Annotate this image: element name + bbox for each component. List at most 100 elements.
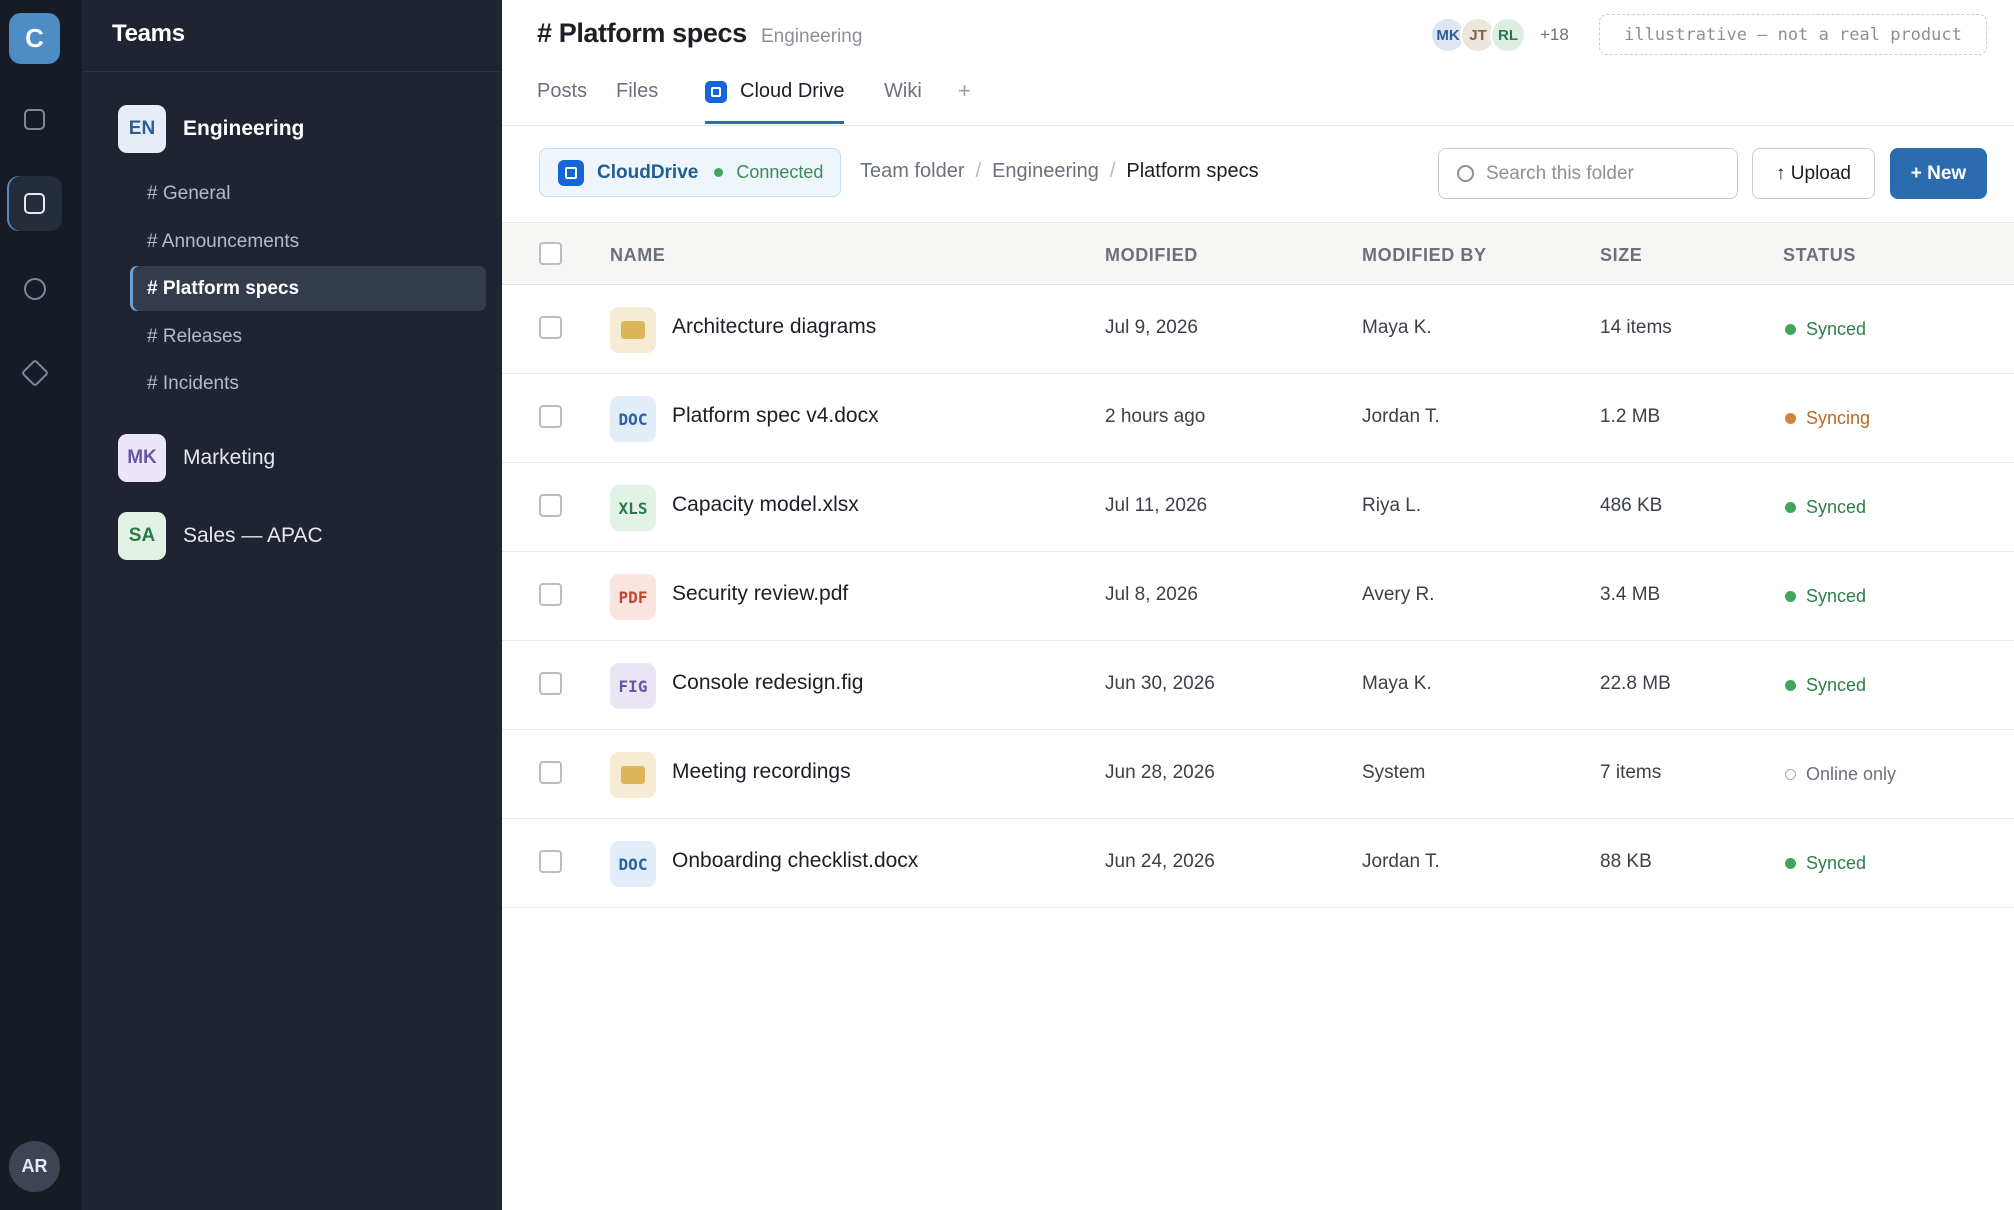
file-size: 14 items <box>1600 317 1672 338</box>
status-badge: Synced <box>1785 497 1866 518</box>
team-badge: SA <box>118 512 166 560</box>
row-checkbox[interactable] <box>539 672 562 695</box>
rail-item-1[interactable] <box>7 92 62 147</box>
status-dot-icon <box>1785 591 1796 602</box>
tab-posts[interactable]: Posts <box>537 80 587 124</box>
tab-cloud-drive[interactable]: Cloud Drive <box>705 80 845 124</box>
breadcrumb-engineering[interactable]: Engineering <box>992 160 1099 183</box>
file-name[interactable]: Capacity model.xlsx <box>672 493 859 517</box>
tab-label: Cloud Drive <box>740 80 845 102</box>
channel-releases[interactable]: # Releases <box>130 314 486 359</box>
status-text: Synced <box>1806 319 1867 339</box>
app-rail: C AR <box>0 0 82 1210</box>
tab-files[interactable]: Files <box>616 80 658 124</box>
table-row[interactable]: DOC Onboarding checklist.docx Jun 24, 2026… <box>502 819 2014 908</box>
modified-date: 2 hours ago <box>1105 406 1206 427</box>
folder-icon <box>610 752 656 798</box>
teams-sidebar: Teams EN Engineering # General # Announc… <box>82 0 502 1210</box>
main-panel: # Platform specs Engineering MK JT RL +1… <box>502 0 2014 1210</box>
doc-file-icon: DOC <box>610 841 656 887</box>
modified-date: Jul 11, 2026 <box>1105 495 1208 516</box>
status-dot-icon <box>1785 324 1796 335</box>
search-icon <box>1457 165 1474 182</box>
connection-badge[interactable]: CloudDrive Connected <box>539 148 841 197</box>
status-text: Online only <box>1806 764 1897 784</box>
app-logo[interactable]: C <box>9 13 60 64</box>
team-name: Engineering <box>183 117 305 140</box>
row-checkbox[interactable] <box>539 850 562 873</box>
table-row[interactable]: FIG Console redesign.fig Jun 30, 2026 Maya … <box>502 641 2014 730</box>
table-row[interactable]: DOC Platform spec v4.docx 2 hours ago Jorda… <box>502 374 2014 463</box>
upload-button[interactable]: ↑ Upload <box>1752 148 1875 199</box>
status-dot-icon <box>1785 858 1796 869</box>
file-name[interactable]: Console redesign.fig <box>672 671 863 695</box>
file-name[interactable]: Platform spec v4.docx <box>672 404 879 428</box>
breadcrumb-team-folder[interactable]: Team folder <box>860 160 965 183</box>
square-icon <box>24 109 45 130</box>
modified-date: Jun 30, 2026 <box>1105 673 1215 694</box>
file-name[interactable]: Onboarding checklist.docx <box>672 849 918 873</box>
table-row[interactable]: Architecture diagrams Jul 9, 2026 Maya K. 1… <box>502 285 2014 374</box>
avatar: RL <box>1490 17 1526 53</box>
file-size: 88 KB <box>1600 851 1652 872</box>
team-badge: EN <box>118 105 166 153</box>
modified-by: Jordan T. <box>1362 406 1440 427</box>
channel-announcements[interactable]: # Announcements <box>130 219 486 264</box>
tab-label: Posts <box>537 80 588 102</box>
rail-item-4[interactable] <box>7 345 62 400</box>
rail-item-3[interactable] <box>7 261 62 316</box>
row-checkbox[interactable] <box>539 761 562 784</box>
table-row[interactable]: PDF Security review.pdf Jul 8, 2026 Avery R… <box>502 552 2014 641</box>
column-name[interactable]: NAME <box>610 245 665 266</box>
modified-date: Jun 24, 2026 <box>1105 851 1215 872</box>
pdf-file-icon: PDF <box>610 574 656 620</box>
team-engineering[interactable]: EN Engineering <box>118 105 304 153</box>
file-type-label: FIG <box>618 676 648 696</box>
cloud-drive-icon <box>705 81 727 103</box>
channel-general[interactable]: # General <box>130 171 486 216</box>
status-dot-icon <box>1785 413 1796 424</box>
status-text: Syncing <box>1806 408 1871 428</box>
status-text: Synced <box>1806 586 1867 606</box>
column-modified[interactable]: MODIFIED <box>1105 245 1198 266</box>
add-tab-button[interactable]: + <box>958 78 971 104</box>
team-name: Marketing <box>183 446 276 469</box>
search-placeholder: Search this folder <box>1486 162 1634 184</box>
file-name[interactable]: Meeting recordings <box>672 760 851 784</box>
status-badge: Synced <box>1785 675 1866 696</box>
row-checkbox[interactable] <box>539 494 562 517</box>
member-count-more: +18 <box>1540 25 1569 44</box>
channel-incidents[interactable]: # Incidents <box>130 361 486 406</box>
table-header: NAME MODIFIED MODIFIED BY SIZE STATUS <box>502 222 2014 285</box>
status-badge: Synced <box>1785 319 1866 340</box>
team-sales-apac[interactable]: SA Sales — APAC <box>118 512 323 560</box>
connection-name: CloudDrive <box>597 161 699 183</box>
search-input[interactable]: Search this folder <box>1438 148 1738 199</box>
file-name[interactable]: Architecture diagrams <box>672 315 876 339</box>
tab-wiki[interactable]: Wiki <box>884 80 922 124</box>
status-text: Synced <box>1806 497 1867 517</box>
column-size[interactable]: SIZE <box>1600 245 1642 266</box>
row-checkbox[interactable] <box>539 405 562 428</box>
column-status[interactable]: STATUS <box>1783 245 1856 266</box>
table-row[interactable]: Meeting recordings Jun 28, 2026 System 7 it… <box>502 730 2014 819</box>
channel-platform-specs[interactable]: # Platform specs <box>130 266 486 311</box>
select-all-checkbox[interactable] <box>539 242 562 265</box>
doc-file-icon: DOC <box>610 396 656 442</box>
file-name[interactable]: Security review.pdf <box>672 582 848 606</box>
status-dot-icon <box>714 168 724 177</box>
rail-item-teams[interactable] <box>7 176 62 231</box>
file-type-label: XLS <box>618 498 648 518</box>
member-avatars[interactable]: MK JT RL +18 <box>1430 17 1569 53</box>
column-modified-by[interactable]: MODIFIED BY <box>1362 245 1487 266</box>
file-type-label: PDF <box>618 587 648 607</box>
fig-file-icon: FIG <box>610 663 656 709</box>
table-row[interactable]: XLS Capacity model.xlsx Jul 11, 2026 Riya L… <box>502 463 2014 552</box>
row-checkbox[interactable] <box>539 316 562 339</box>
channel-header: # Platform specs Engineering MK JT RL +1… <box>502 0 2014 126</box>
team-marketing[interactable]: MK Marketing <box>118 434 275 482</box>
user-avatar[interactable]: AR <box>9 1141 60 1192</box>
row-checkbox[interactable] <box>539 583 562 606</box>
status-badge: Syncing <box>1785 408 1870 429</box>
new-button[interactable]: + New <box>1890 148 1987 199</box>
